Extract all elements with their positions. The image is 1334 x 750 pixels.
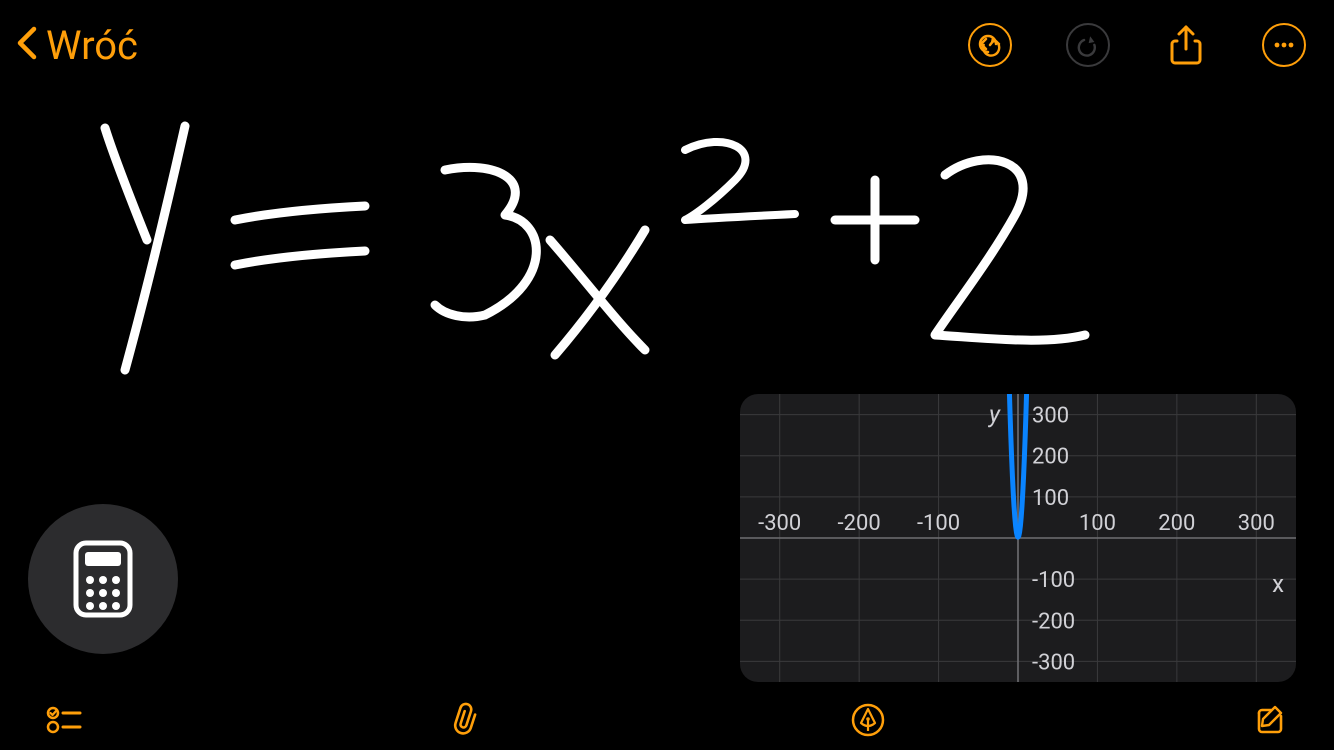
- svg-text:300: 300: [1238, 511, 1275, 536]
- svg-text:200: 200: [1032, 445, 1069, 470]
- share-icon: [1168, 23, 1204, 67]
- redo-icon: [1076, 33, 1100, 57]
- markup-button[interactable]: [848, 700, 888, 740]
- ellipsis-icon: [1272, 33, 1296, 57]
- handwritten-equation: [60, 120, 1110, 380]
- svg-text:-100: -100: [1032, 568, 1075, 593]
- svg-text:x: x: [1272, 570, 1284, 598]
- checklist-icon: [46, 705, 82, 735]
- checklist-button[interactable]: [44, 700, 84, 740]
- more-button[interactable]: [1262, 23, 1306, 67]
- back-button[interactable]: Wróć: [12, 21, 138, 69]
- undo-button[interactable]: [968, 23, 1012, 67]
- calculator-button[interactable]: [28, 504, 178, 654]
- nav-actions: [968, 23, 1306, 67]
- svg-text:-300: -300: [758, 511, 801, 536]
- calculator-icon: [73, 540, 133, 618]
- back-label: Wróć: [46, 22, 138, 69]
- svg-text:300: 300: [1032, 404, 1069, 429]
- attachment-button[interactable]: [446, 700, 486, 740]
- svg-text:200: 200: [1158, 511, 1195, 536]
- svg-text:-300: -300: [1032, 650, 1075, 675]
- graph-plot: -300 -200 -100 100 200 300 300 200 100 -100 -200 -3…: [740, 394, 1296, 682]
- pen-tip-icon: [851, 703, 885, 737]
- svg-text:100: 100: [1079, 511, 1116, 536]
- compose-button[interactable]: [1250, 700, 1290, 740]
- chevron-back-icon: [12, 21, 42, 69]
- share-button[interactable]: [1164, 23, 1208, 67]
- svg-text:-100: -100: [917, 511, 960, 536]
- svg-text:-200: -200: [838, 511, 881, 536]
- redo-button: [1066, 23, 1110, 67]
- compose-icon: [1253, 703, 1287, 737]
- top-navbar: Wróć: [0, 0, 1334, 90]
- svg-text:100: 100: [1032, 486, 1069, 511]
- paperclip-icon: [451, 702, 481, 738]
- svg-text:y: y: [987, 400, 1001, 428]
- svg-text:-200: -200: [1032, 609, 1075, 634]
- bottom-toolbar: [0, 690, 1334, 750]
- graph-inset[interactable]: -300 -200 -100 100 200 300 300 200 100 -100 -200 -3…: [740, 394, 1296, 682]
